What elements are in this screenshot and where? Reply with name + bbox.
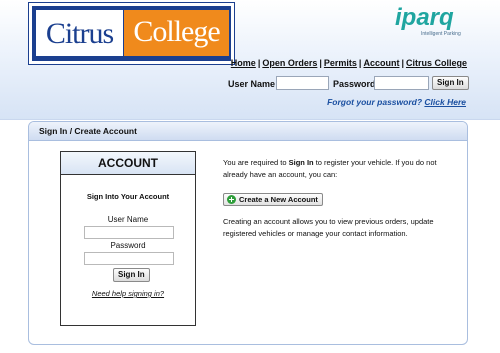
instructions-before: You are required to [223, 158, 289, 167]
instructions-sign-in-emphasis: Sign In [288, 158, 314, 167]
account-username-label: User Name [107, 215, 149, 224]
forgot-password: Forgot your password? Click Here [327, 97, 466, 107]
account-box-subtitle: Sign Into Your Account [86, 192, 170, 201]
header-username-label: User Name [228, 79, 276, 89]
logo-college-text: College [133, 15, 220, 48]
need-help-link[interactable]: Need help signing in? [92, 289, 164, 298]
nav-permits-link[interactable]: Permits [324, 58, 357, 68]
iparq-brand-name: iparq [395, 4, 454, 31]
nav-citrus-college-link[interactable]: Citrus College [406, 58, 467, 68]
forgot-password-text: Forgot your password? [327, 97, 423, 107]
header-login-row: User Name Password Sign In [0, 76, 500, 94]
account-box: ACCOUNT Sign Into Your Account User Name… [60, 151, 196, 326]
logo-college-block: College [124, 10, 229, 56]
account-username-input[interactable] [84, 226, 174, 239]
top-navigation: Home | Open Orders | Permits | Account | Citrus … [231, 58, 467, 68]
nav-open-orders-link[interactable]: Open Orders [262, 58, 317, 68]
sign-in-instructions: You are required to Sign In to register … [223, 157, 453, 181]
account-sign-in-button[interactable]: Sign In [113, 268, 150, 282]
header-password-input[interactable] [374, 76, 429, 90]
nav-account-link[interactable]: Account [363, 58, 399, 68]
citrus-college-logo: Citrus College [28, 2, 235, 65]
account-password-input[interactable] [84, 252, 174, 265]
header-username-input[interactable] [276, 76, 329, 90]
logo-citrus-block: Citrus [36, 10, 123, 56]
account-help: Need help signing in? [61, 289, 195, 298]
sign-in-panel: Sign In / Create Account ACCOUNT Sign In… [28, 121, 468, 345]
account-box-title: ACCOUNT [61, 152, 195, 175]
header-sign-in-button[interactable]: Sign In [432, 76, 469, 90]
logo-citrus-text: Citrus [45, 17, 114, 50]
nav-home-link[interactable]: Home [231, 58, 256, 68]
iparq-logo: iparq Intelligent Parking [395, 4, 475, 40]
account-password-label: Password [110, 241, 146, 250]
create-account-label: Create a New Account [239, 195, 318, 204]
forgot-password-link[interactable]: Click Here [424, 97, 466, 107]
iparq-tagline: Intelligent Parking [421, 31, 461, 37]
account-benefits-text: Creating an account allows you to view p… [223, 217, 434, 238]
panel-title: Sign In / Create Account [29, 122, 467, 141]
plus-circle-icon [227, 195, 236, 204]
header-password-label: Password [333, 79, 376, 89]
create-account-button[interactable]: Create a New Account [223, 193, 323, 206]
